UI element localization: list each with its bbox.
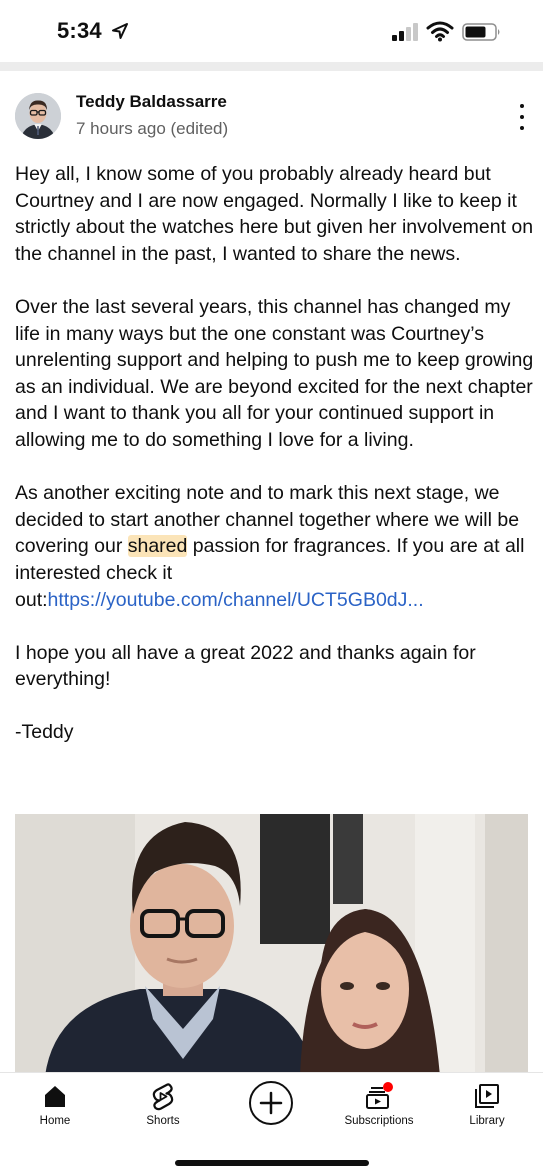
author-name[interactable]: Teddy Baldassarre — [76, 92, 227, 112]
wifi-icon — [426, 21, 454, 42]
home-icon — [45, 1086, 65, 1107]
nav-shorts-label: Shorts — [146, 1115, 180, 1127]
subscriptions-icon — [366, 1082, 393, 1109]
plus-circle-icon[interactable] — [249, 1081, 293, 1125]
status-time: 5:34 — [57, 18, 102, 43]
channel-link[interactable]: https://youtube.com/channel/UCT5GB0dJ... — [48, 589, 424, 611]
post-paragraph: Hey all, I know some of you probably alr… — [15, 163, 534, 265]
post-signature: -Teddy — [15, 721, 74, 744]
home-indicator — [175, 1160, 369, 1166]
nav-home[interactable]: Home — [5, 1081, 105, 1127]
cellular-signal-icon — [392, 23, 418, 41]
nav-library-label: Library — [469, 1115, 505, 1127]
post-text: Hey all, I know some of you probably alr… — [15, 161, 535, 773]
status-bar: 5:34 — [0, 0, 543, 62]
nav-home-label: Home — [39, 1115, 71, 1127]
post-paragraph: Over the last several years, this channe… — [15, 295, 534, 451]
shorts-icon — [152, 1083, 174, 1111]
post-paragraph: I hope you all have a great 2022 and tha… — [15, 641, 476, 691]
post-timestamp: 7 hours ago (edited) — [76, 119, 229, 138]
highlighted-word: shared — [127, 535, 188, 558]
nav-subscriptions[interactable]: Subscriptions — [329, 1081, 429, 1127]
nav-library[interactable]: Library — [437, 1081, 537, 1127]
more-options-icon[interactable] — [508, 104, 536, 130]
location-arrow-icon — [112, 23, 128, 39]
post-paragraph: As another exciting note and to mark thi… — [15, 480, 535, 613]
nav-shorts[interactable]: Shorts — [113, 1081, 213, 1127]
library-icon — [475, 1084, 499, 1108]
battery-icon — [462, 23, 500, 41]
section-divider — [0, 62, 543, 71]
post-image[interactable] — [15, 814, 528, 1076]
avatar[interactable] — [15, 93, 61, 139]
nav-subscriptions-label: Subscriptions — [344, 1115, 414, 1127]
